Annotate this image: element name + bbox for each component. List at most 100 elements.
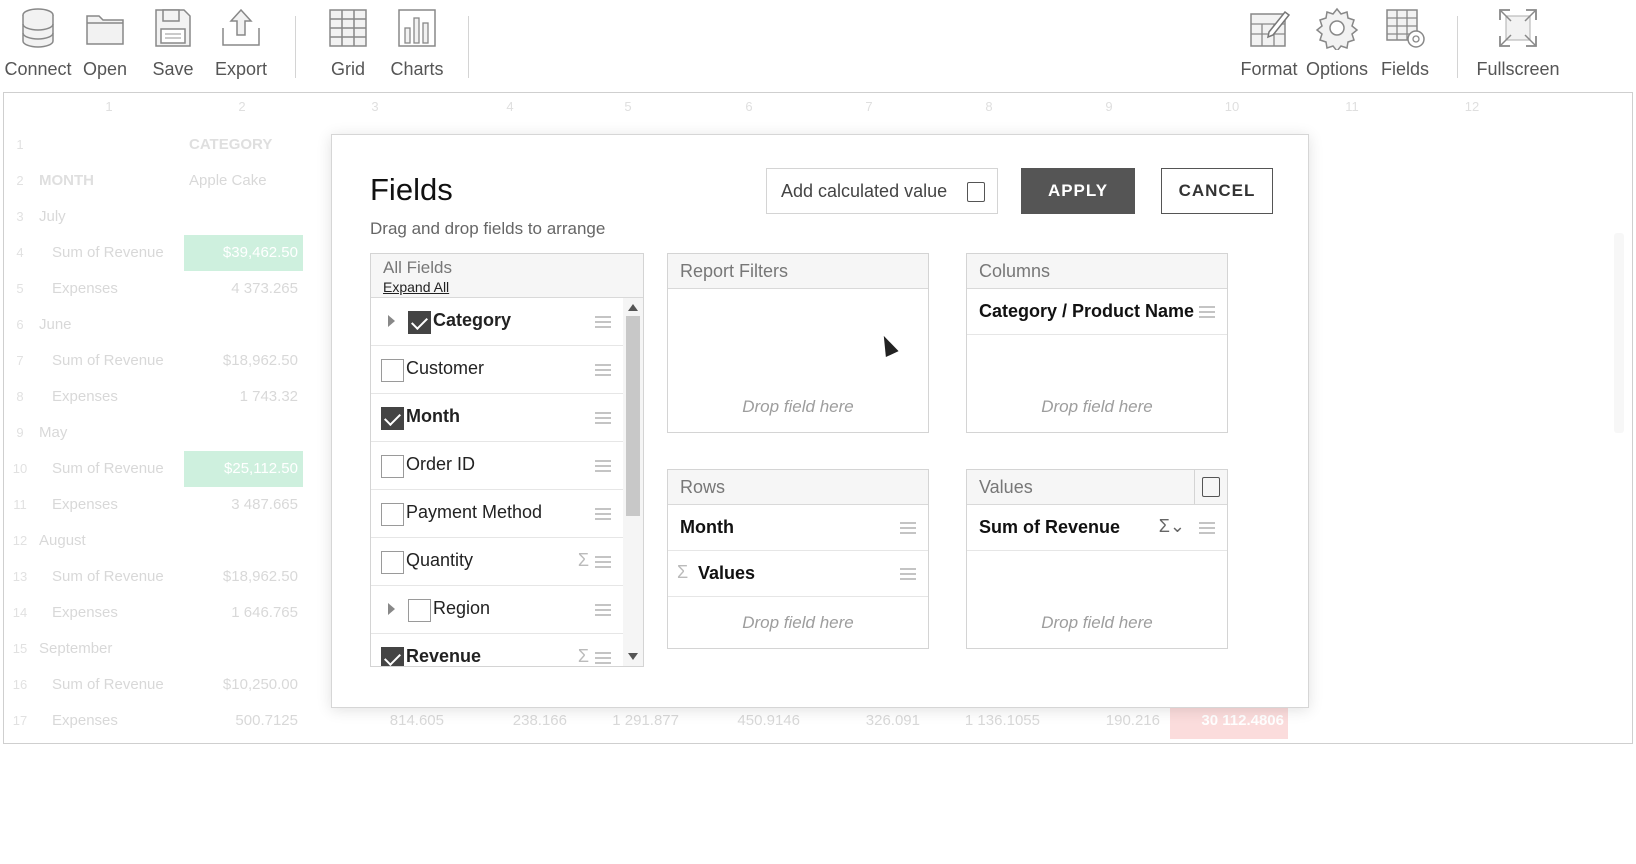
drag-handle-icon[interactable]	[900, 522, 916, 534]
row-label[interactable]: Expenses	[52, 604, 118, 621]
add-calculated-value-button[interactable]: Add calculated value	[766, 168, 998, 214]
value-cell[interactable]: $18,962.50	[184, 343, 303, 379]
connect-button[interactable]: Connect	[3, 0, 73, 88]
row-label[interactable]: Sum of Revenue	[52, 352, 164, 369]
row-label[interactable]: Expenses	[52, 712, 118, 729]
options-button[interactable]: Options	[1305, 0, 1369, 88]
month-header[interactable]: MONTH	[39, 172, 94, 189]
drag-handle-icon[interactable]	[595, 508, 611, 520]
scroll-down-icon[interactable]	[628, 653, 638, 660]
field-checkbox[interactable]	[381, 551, 404, 574]
row-label[interactable]: June	[39, 316, 72, 333]
aggregation-dropdown-icon[interactable]: Σ⌄	[1159, 516, 1185, 537]
field-item-customer[interactable]: Customer	[371, 346, 623, 394]
open-button[interactable]: Open	[75, 0, 135, 88]
values-box[interactable]: Values Sum of Revenue Σ⌄ Drop field here	[966, 469, 1228, 649]
expand-arrow-icon[interactable]	[388, 315, 395, 327]
charts-button[interactable]: Charts	[387, 0, 447, 88]
value-cell[interactable]: 814.605	[334, 712, 444, 729]
values-field-item[interactable]: Sum of Revenue Σ⌄	[967, 505, 1227, 551]
row-label[interactable]: Expenses	[52, 388, 118, 405]
field-checkbox[interactable]	[408, 311, 431, 334]
drag-handle-icon[interactable]	[595, 556, 611, 568]
grid-icon	[329, 9, 367, 47]
drag-handle-icon[interactable]	[1199, 522, 1215, 534]
value-cell[interactable]: 1 646.765	[184, 595, 303, 631]
rows-field-item[interactable]: Σ Values	[668, 551, 928, 597]
row-number: 4	[16, 245, 24, 260]
field-item-category[interactable]: Category	[371, 298, 623, 346]
expand-arrow-icon[interactable]	[388, 603, 395, 615]
field-item-month[interactable]: Month	[371, 394, 623, 442]
value-cell[interactable]: 238.166	[457, 712, 567, 729]
values-calculator-button[interactable]	[1194, 470, 1227, 504]
grid-scrollbar[interactable]	[1612, 213, 1626, 713]
row-label[interactable]: Sum of Revenue	[52, 244, 164, 261]
field-checkbox[interactable]	[381, 503, 404, 526]
row-label[interactable]: Sum of Revenue	[52, 568, 164, 585]
value-cell[interactable]: 500.7125	[184, 703, 303, 739]
field-item-region[interactable]: Region	[371, 586, 623, 634]
value-cell[interactable]: 326.091	[810, 712, 920, 729]
field-item-quantity[interactable]: Quantity Σ	[371, 538, 623, 586]
drag-handle-icon[interactable]	[595, 604, 611, 616]
rows-field-item[interactable]: Month	[668, 505, 928, 551]
all-fields-scrollbar[interactable]	[623, 298, 643, 666]
row-label[interactable]: Expenses	[52, 280, 118, 297]
field-item-payment-method[interactable]: Payment Method	[371, 490, 623, 538]
row-label[interactable]: Sum of Revenue	[52, 460, 164, 477]
value-cell[interactable]: $18,962.50	[184, 559, 303, 595]
table-row: 17 Expenses 500.7125 814.605 238.166 1 291.87…	[4, 703, 1632, 741]
value-cell[interactable]: 190.216	[1050, 712, 1160, 729]
field-item-revenue[interactable]: Revenue Σ	[371, 634, 623, 666]
apply-button[interactable]: APPLY	[1021, 168, 1135, 214]
export-button[interactable]: Export	[208, 0, 274, 88]
expand-all-link[interactable]: Expand All	[383, 279, 449, 295]
rows-field-label: Values	[698, 563, 756, 583]
field-checkbox[interactable]	[408, 599, 431, 622]
value-cell[interactable]: 1 291.877	[569, 712, 679, 729]
row-label[interactable]: May	[39, 424, 67, 441]
drag-handle-icon[interactable]	[595, 460, 611, 472]
drag-handle-icon[interactable]	[1199, 306, 1215, 318]
format-button[interactable]: Format	[1240, 0, 1298, 88]
all-fields-scroll-thumb[interactable]	[626, 316, 640, 516]
row-label[interactable]: August	[39, 532, 86, 549]
drag-handle-icon[interactable]	[595, 652, 611, 664]
category-header[interactable]: CATEGORY	[189, 136, 272, 153]
value-cell[interactable]: $39,462.50	[184, 235, 303, 271]
drag-handle-icon[interactable]	[595, 412, 611, 424]
value-cell[interactable]: 1 743.32	[184, 379, 303, 415]
drag-handle-icon[interactable]	[595, 316, 611, 328]
field-checkbox[interactable]	[381, 407, 404, 430]
rows-box[interactable]: Rows Month Σ Values Drop field here	[667, 469, 929, 649]
columns-field-item[interactable]: Category / Product Name	[967, 289, 1227, 335]
row-label[interactable]: September	[39, 640, 112, 657]
save-button[interactable]: Save	[143, 0, 203, 88]
field-checkbox[interactable]	[381, 359, 404, 382]
value-cell[interactable]: 1 136.1055	[930, 712, 1040, 729]
value-cell[interactable]: 450.9146	[690, 712, 800, 729]
drag-handle-icon[interactable]	[595, 364, 611, 376]
value-cell[interactable]: $25,112.50	[184, 451, 303, 487]
total-cell[interactable]: 30 112.4806	[1170, 703, 1288, 739]
grid-label: Grid	[330, 59, 365, 79]
columns-box[interactable]: Columns Category / Product Name Drop fie…	[966, 253, 1228, 433]
sigma-icon: Σ	[677, 562, 689, 582]
grid-button[interactable]: Grid	[318, 0, 378, 88]
grid-scroll-thumb[interactable]	[1614, 233, 1624, 433]
value-cell[interactable]: $10,250.00	[184, 667, 303, 703]
row-label[interactable]: Expenses	[52, 496, 118, 513]
fields-button[interactable]: Fields	[1376, 0, 1434, 88]
value-cell[interactable]: 4 373.265	[184, 271, 303, 307]
value-cell[interactable]: 3 487.665	[184, 487, 303, 523]
field-checkbox[interactable]	[381, 647, 404, 666]
row-label[interactable]: Sum of Revenue	[52, 676, 164, 693]
fullscreen-button[interactable]: Fullscreen	[1472, 0, 1564, 88]
cancel-button[interactable]: CANCEL	[1161, 168, 1273, 214]
row-label[interactable]: July	[39, 208, 66, 225]
field-item-order-id[interactable]: Order ID	[371, 442, 623, 490]
drag-handle-icon[interactable]	[900, 568, 916, 580]
field-checkbox[interactable]	[381, 455, 404, 478]
scroll-up-icon[interactable]	[628, 304, 638, 311]
